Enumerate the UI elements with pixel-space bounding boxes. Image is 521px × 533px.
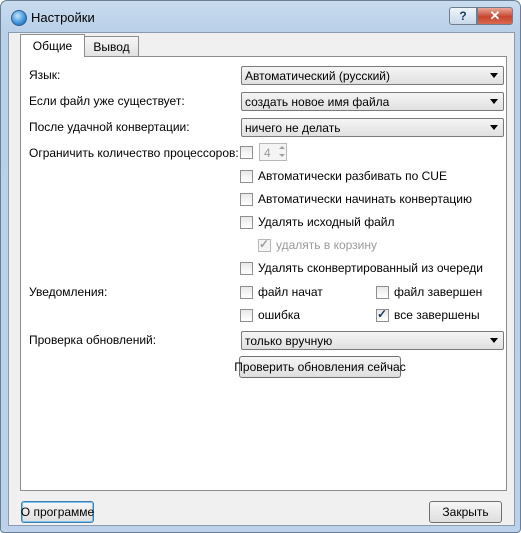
chevron-down-icon <box>490 338 498 343</box>
notify-file-started-label: файл начат <box>258 285 323 299</box>
remove-converted-label: Удалять сконвертированный из очереди <box>258 261 483 275</box>
if-exists-select[interactable]: создать новое имя файла <box>241 92 504 111</box>
notify-all-finished-checkbox[interactable] <box>376 307 389 322</box>
updates-label: Проверка обновлений: <box>29 333 157 347</box>
close-window-button[interactable]: ✕ <box>477 7 513 25</box>
if-exists-label: Если файл уже существует: <box>29 94 185 108</box>
help-button[interactable]: ? <box>449 7 477 25</box>
notify-file-started-checkbox[interactable] <box>240 286 253 299</box>
split-cue-checkbox[interactable] <box>240 170 253 183</box>
check-updates-button[interactable]: Проверить обновления сейчас <box>234 356 406 378</box>
settings-window: Настройки ? ✕ Общие Вывод Язык: Автомати… <box>0 0 521 533</box>
if-exists-select-value: создать новое имя файла <box>245 95 390 109</box>
language-label: Язык: <box>29 68 61 82</box>
limit-cpu-checkbox[interactable] <box>240 146 253 159</box>
language-select-value: Автоматический (русский) <box>245 69 390 83</box>
split-cue-label: Автоматически разбивать по CUE <box>258 169 447 183</box>
language-select[interactable]: Автоматический (русский) <box>241 66 504 85</box>
cpu-count-spinner[interactable]: 4 <box>259 143 287 161</box>
tab-output[interactable]: Вывод <box>84 36 139 56</box>
updates-select[interactable]: только вручную <box>241 331 504 350</box>
notifications-label: Уведомления: <box>29 285 108 299</box>
after-conversion-label: После удачной конвертации: <box>29 120 190 134</box>
dialog-client-area: Общие Вывод Язык: Автоматический (русски… <box>8 32 515 526</box>
notify-file-finished-checkbox[interactable] <box>376 286 389 299</box>
notify-error-label: ошибка <box>258 308 301 322</box>
spin-up-icon[interactable] <box>277 144 286 152</box>
chevron-down-icon <box>490 73 498 78</box>
notify-error-checkbox[interactable] <box>240 309 253 322</box>
cpu-count-value: 4 <box>264 146 271 160</box>
updates-select-value: только вручную <box>245 334 333 348</box>
chevron-down-icon <box>490 99 498 104</box>
general-panel: Язык: Автоматический (русский) Если файл… <box>20 56 507 491</box>
auto-start-label: Автоматически начинать конвертацию <box>258 192 472 206</box>
spin-down-icon[interactable] <box>277 152 286 160</box>
about-button[interactable]: О программе <box>21 501 94 523</box>
to-trash-label: удалять в корзину <box>276 238 377 252</box>
auto-start-checkbox[interactable] <box>240 193 253 206</box>
to-trash-checkbox[interactable] <box>258 237 271 252</box>
close-button[interactable]: Закрыть <box>429 501 502 523</box>
app-icon <box>11 10 27 26</box>
limit-cpu-label: Ограничить количество процессоров: <box>29 146 239 160</box>
after-conversion-select-value: ничего не делать <box>245 121 341 135</box>
delete-source-checkbox[interactable] <box>240 216 253 229</box>
notify-all-finished-label: все завершены <box>394 308 480 322</box>
title-bar[interactable]: Настройки ? ✕ <box>1 1 520 33</box>
remove-converted-checkbox[interactable] <box>240 262 253 275</box>
tab-general[interactable]: Общие <box>20 34 85 57</box>
notify-file-finished-label: файл завершен <box>394 285 483 299</box>
delete-source-label: Удалять исходный файл <box>258 215 395 229</box>
after-conversion-select[interactable]: ничего не делать <box>241 118 504 137</box>
window-title: Настройки <box>31 10 95 25</box>
chevron-down-icon <box>490 125 498 130</box>
